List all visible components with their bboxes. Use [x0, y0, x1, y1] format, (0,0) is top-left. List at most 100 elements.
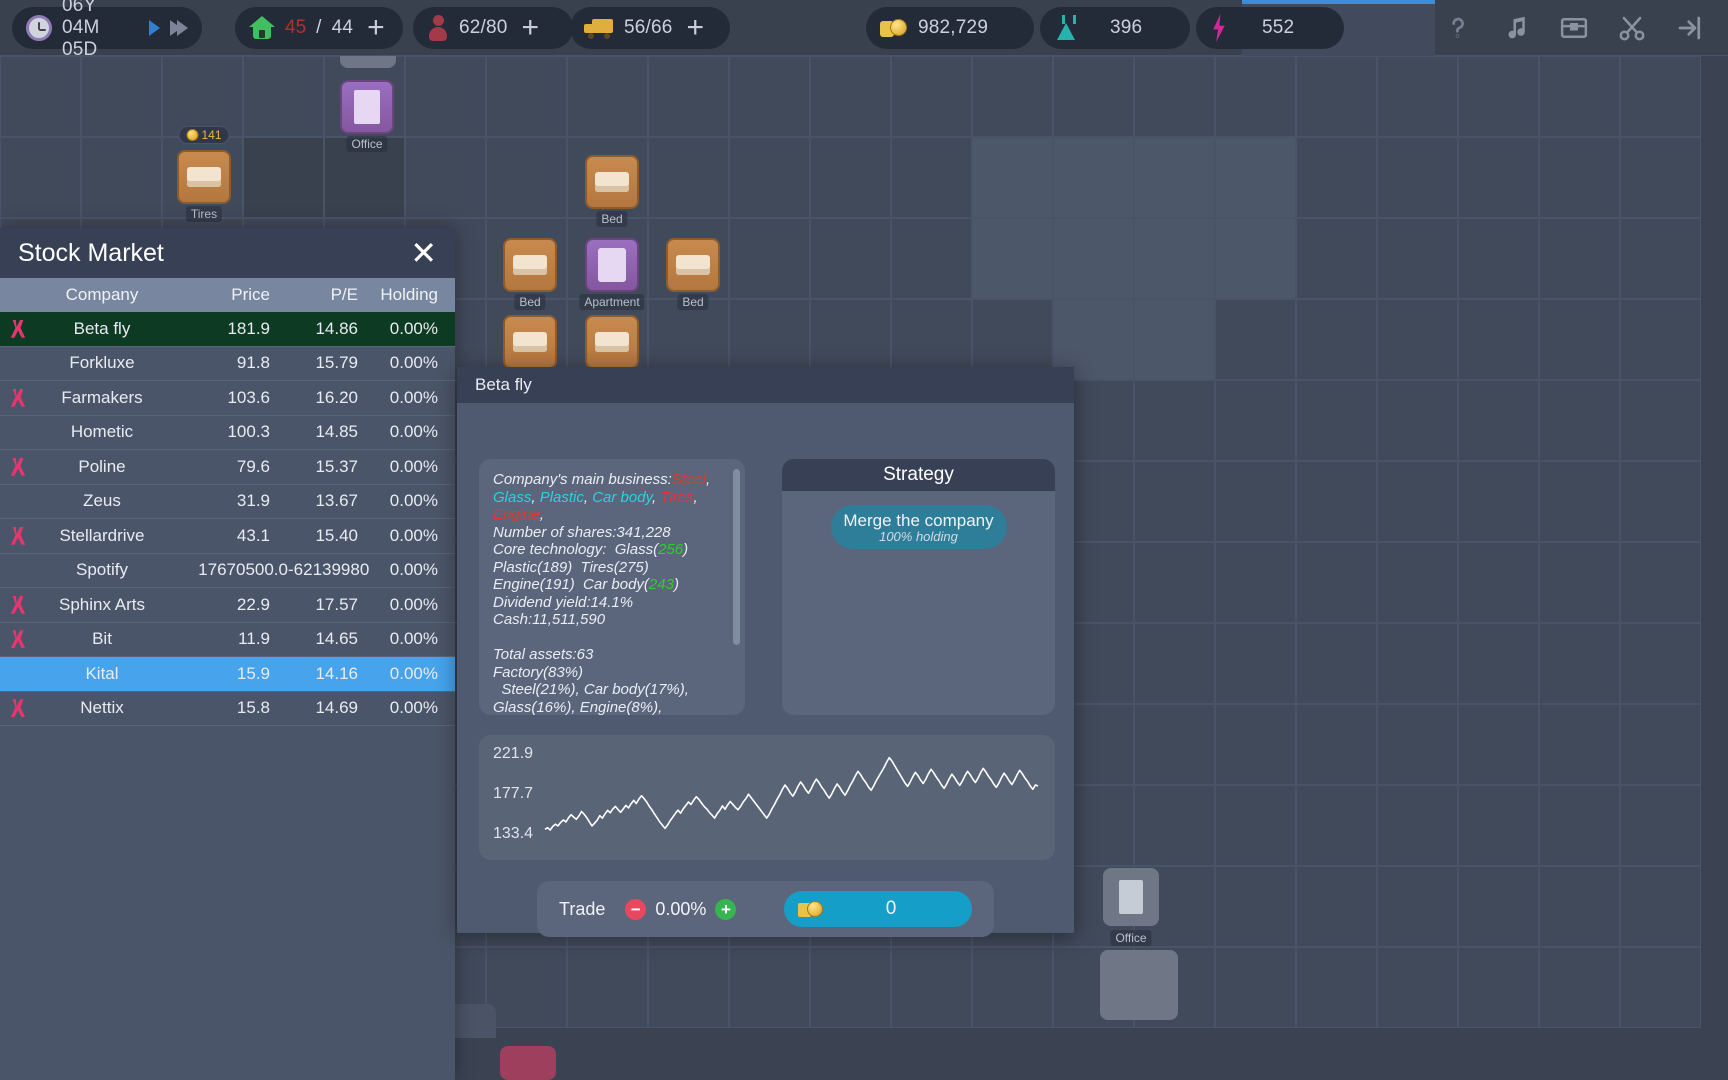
table-row[interactable]: Zeus 31.9 13.67 0.00%	[0, 485, 455, 519]
building-tile[interactable]: Bed	[503, 238, 557, 310]
grid-cell[interactable]	[1296, 218, 1377, 299]
grid-cell[interactable]	[1377, 56, 1458, 137]
grid-cell[interactable]	[405, 56, 486, 137]
grid-cell[interactable]	[1377, 866, 1458, 947]
grid-cell[interactable]	[1215, 785, 1296, 866]
grid-cell[interactable]	[810, 56, 891, 137]
building-tile[interactable]: Apartment	[579, 238, 645, 310]
grid-cell[interactable]	[243, 137, 324, 218]
grid-cell[interactable]	[1458, 380, 1539, 461]
fast-forward-icon[interactable]	[170, 20, 188, 36]
exit-icon[interactable]	[1672, 10, 1708, 46]
transport-pill[interactable]: 56/66 +	[570, 7, 730, 49]
grid-cell[interactable]	[1134, 704, 1215, 785]
grid-cell[interactable]	[1215, 704, 1296, 785]
table-row[interactable]: Bit 11.9 14.65 0.00%	[0, 623, 455, 657]
grid-cell[interactable]	[1053, 218, 1134, 299]
building-tile[interactable]: Office	[1103, 868, 1159, 946]
grid-cell[interactable]	[1620, 542, 1701, 623]
grid-cell[interactable]	[1539, 623, 1620, 704]
grid-cell[interactable]	[1134, 542, 1215, 623]
money-pill[interactable]: 982,729	[866, 7, 1034, 49]
info-scrollbar[interactable]	[733, 469, 740, 645]
table-row[interactable]: Sphinx Arts 22.9 17.57 0.00%	[0, 588, 455, 623]
grid-cell[interactable]	[1377, 218, 1458, 299]
grid-cell[interactable]	[1215, 542, 1296, 623]
table-row[interactable]: Kital 15.9 14.16 0.00%	[0, 657, 455, 692]
grid-cell[interactable]	[1296, 785, 1377, 866]
grid-cell[interactable]	[1134, 299, 1215, 380]
add-housing-button[interactable]: +	[367, 13, 385, 43]
grid-cell[interactable]	[648, 56, 729, 137]
grid-cell[interactable]	[1620, 299, 1701, 380]
grid-cell[interactable]	[1134, 380, 1215, 461]
grid-cell[interactable]	[1053, 137, 1134, 218]
grid-cell[interactable]	[1134, 56, 1215, 137]
grid-cell[interactable]	[1620, 866, 1701, 947]
grid-cell[interactable]	[1215, 299, 1296, 380]
grid-cell[interactable]	[1539, 218, 1620, 299]
grid-cell[interactable]	[972, 218, 1053, 299]
grid-cell[interactable]	[1458, 704, 1539, 785]
grid-cell[interactable]	[810, 218, 891, 299]
grid-cell[interactable]	[1215, 623, 1296, 704]
grid-cell[interactable]	[1539, 947, 1620, 1028]
add-transport-button[interactable]: +	[687, 13, 705, 43]
grid-cell[interactable]	[1458, 218, 1539, 299]
grid-cell[interactable]	[1458, 137, 1539, 218]
grid-cell[interactable]	[81, 137, 162, 218]
grid-cell[interactable]	[1134, 785, 1215, 866]
grid-cell[interactable]	[1458, 461, 1539, 542]
grid-cell[interactable]	[1539, 299, 1620, 380]
building-tile[interactable]: 141 Tires	[177, 126, 231, 222]
grid-cell[interactable]	[1215, 866, 1296, 947]
building-tile[interactable]: Bed	[666, 238, 720, 310]
housing-pill[interactable]: 45 / 44 +	[235, 7, 403, 49]
building-tile[interactable]: Bed	[503, 315, 557, 387]
increase-percent-button[interactable]: +	[715, 898, 737, 920]
music-icon[interactable]	[1498, 10, 1534, 46]
grid-cell[interactable]	[972, 56, 1053, 137]
grid-cell[interactable]	[1539, 542, 1620, 623]
science-pill[interactable]: 396	[1040, 7, 1190, 49]
table-row[interactable]: Poline 79.6 15.37 0.00%	[0, 450, 455, 485]
grid-cell[interactable]	[891, 56, 972, 137]
help-icon[interactable]	[1440, 10, 1476, 46]
grid-cell[interactable]	[1134, 137, 1215, 218]
grid-cell[interactable]	[810, 137, 891, 218]
grid-cell[interactable]	[1539, 704, 1620, 785]
grid-cell[interactable]	[1620, 461, 1701, 542]
grid-cell[interactable]	[1134, 623, 1215, 704]
grid-cell[interactable]	[486, 56, 567, 137]
grid-cell[interactable]	[1215, 380, 1296, 461]
grid-cell[interactable]	[0, 56, 81, 137]
table-row[interactable]: Nettix 15.8 14.69 0.00%	[0, 692, 455, 726]
grid-cell[interactable]	[648, 137, 729, 218]
grid-cell[interactable]	[1296, 866, 1377, 947]
grid-cell[interactable]	[1458, 56, 1539, 137]
scissors-icon[interactable]	[1614, 10, 1650, 46]
grid-cell[interactable]	[1134, 218, 1215, 299]
grid-cell[interactable]	[891, 218, 972, 299]
grid-cell[interactable]	[1296, 704, 1377, 785]
grid-cell[interactable]	[405, 137, 486, 218]
grid-cell[interactable]	[1458, 785, 1539, 866]
grid-cell[interactable]	[729, 56, 810, 137]
table-row[interactable]: Hometic 100.3 14.85 0.00%	[0, 416, 455, 450]
building-tile[interactable]: Office	[340, 80, 394, 152]
grid-cell[interactable]	[162, 56, 243, 137]
grid-cell[interactable]	[1620, 380, 1701, 461]
grid-cell[interactable]	[1377, 542, 1458, 623]
grid-cell[interactable]	[1620, 623, 1701, 704]
grid-cell[interactable]	[1296, 380, 1377, 461]
grid-cell[interactable]	[1296, 137, 1377, 218]
table-row[interactable]: Spotify 17670500.0 -62139980 0.00%	[0, 554, 455, 588]
grid-cell[interactable]	[1539, 56, 1620, 137]
grid-cell[interactable]	[1539, 137, 1620, 218]
grid-cell[interactable]	[243, 56, 324, 137]
play-icon[interactable]	[149, 20, 160, 36]
grid-cell[interactable]	[1296, 623, 1377, 704]
grid-cell[interactable]	[1539, 866, 1620, 947]
grid-cell[interactable]	[1053, 56, 1134, 137]
grid-cell[interactable]	[1377, 785, 1458, 866]
